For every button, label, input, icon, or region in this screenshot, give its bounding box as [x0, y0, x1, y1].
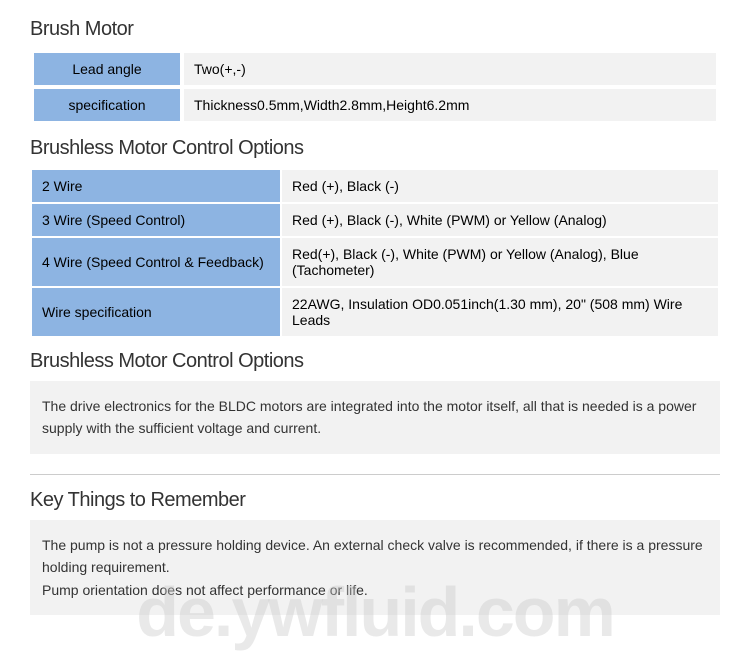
section-title-brushless-options-2: Brushless Motor Control Options: [30, 350, 720, 373]
table-row: specification Thickness0.5mm,Width2.8mm,…: [32, 87, 718, 123]
specification-label: specification: [32, 87, 182, 123]
wire3-label: 3 Wire (Speed Control): [31, 203, 281, 237]
wire-spec-value: 22AWG, Insulation OD0.051inch(1.30 mm), …: [281, 287, 719, 337]
brush-motor-table: Lead angle Two(+,-) specification Thickn…: [30, 49, 720, 125]
table-row: 3 Wire (Speed Control) Red (+), Black (-…: [31, 203, 719, 237]
wire4-value: Red(+), Black (-), White (PWM) or Yellow…: [281, 237, 719, 287]
divider: [30, 474, 720, 475]
specification-value: Thickness0.5mm,Width2.8mm,Height6.2mm: [182, 87, 718, 123]
wire3-value: Red (+), Black (-), White (PWM) or Yello…: [281, 203, 719, 237]
table-row: 4 Wire (Speed Control & Feedback) Red(+)…: [31, 237, 719, 287]
wire2-label: 2 Wire: [31, 169, 281, 203]
wire4-label: 4 Wire (Speed Control & Feedback): [31, 237, 281, 287]
table-row: 2 Wire Red (+), Black (-): [31, 169, 719, 203]
wire-spec-label: Wire specification: [31, 287, 281, 337]
table-row: Lead angle Two(+,-): [32, 51, 718, 87]
section-title-brush-motor: Brush Motor: [30, 18, 720, 41]
section-title-key-things: Key Things to Remember: [30, 489, 720, 512]
table-row: Wire specification 22AWG, Insulation OD0…: [31, 287, 719, 337]
lead-angle-value: Two(+,-): [182, 51, 718, 87]
section-title-brushless-options-1: Brushless Motor Control Options: [30, 137, 720, 160]
wire2-value: Red (+), Black (-): [281, 169, 719, 203]
lead-angle-label: Lead angle: [32, 51, 182, 87]
key-things-note: The pump is not a pressure holding devic…: [30, 520, 720, 615]
brushless-options-table: 2 Wire Red (+), Black (-) 3 Wire (Speed …: [30, 168, 720, 338]
bldc-note: The drive electronics for the BLDC motor…: [30, 381, 720, 454]
